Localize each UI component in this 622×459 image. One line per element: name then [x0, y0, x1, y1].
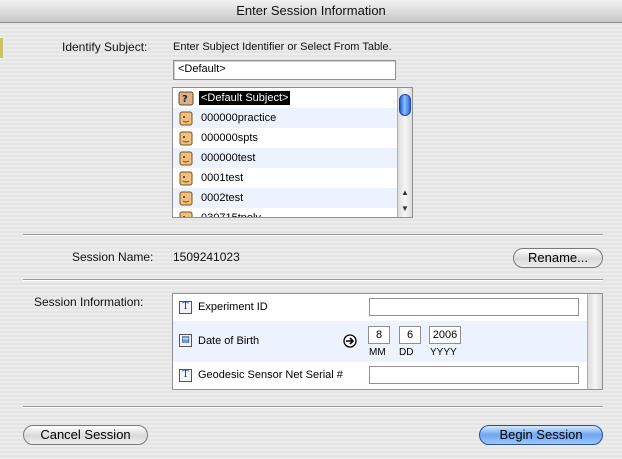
text-field-icon: T	[179, 301, 192, 314]
begin-session-button[interactable]: Begin Session	[479, 425, 603, 445]
month-unit-label: MM	[369, 347, 386, 358]
subject-list-item[interactable]: 000000test	[173, 148, 399, 168]
window-title: Enter Session Information	[236, 3, 386, 18]
identify-subject-label: Identify Subject:	[62, 40, 148, 54]
subject-list-item[interactable]: 030715tpoly	[173, 208, 399, 217]
scrollbar-thumb[interactable]	[399, 94, 411, 116]
subject-list[interactable]: ? <Default Subject> 000000practice 000000sp…	[172, 87, 413, 218]
sensor-net-serial-row: T Geodesic Sensor Net Serial #	[173, 362, 588, 389]
session-name-value: 1509241023	[173, 250, 240, 264]
subject-list-rows: ? <Default Subject> 000000practice 000000sp…	[173, 88, 399, 217]
session-information-label: Session Information:	[34, 295, 144, 309]
year-unit-label: YYYY	[430, 347, 457, 358]
separator	[23, 279, 603, 281]
subject-list-item-label: 0002test	[201, 192, 244, 204]
birth-year-input[interactable]: 2006	[429, 326, 461, 344]
person-icon	[178, 111, 194, 129]
sensor-net-serial-label: Geodesic Sensor Net Serial #	[198, 369, 343, 381]
subject-id-input[interactable]: <Default>	[173, 60, 396, 80]
scroll-down-arrow-icon[interactable]: ▼	[398, 202, 412, 216]
sensor-net-serial-input[interactable]	[369, 366, 579, 384]
subject-list-item-label: 0001test	[201, 172, 244, 184]
experiment-id-input[interactable]	[369, 298, 579, 316]
subject-list-item-label: 000000practice	[201, 112, 277, 124]
person-icon	[178, 171, 194, 189]
date-of-birth-row: ▤ Date of Birth 8 6 2006 MM DD YYYY	[173, 321, 588, 362]
date-picker-arrow-icon[interactable]	[343, 334, 357, 348]
birth-day-input[interactable]: 6	[399, 326, 421, 344]
subject-list-item[interactable]: 0001test	[173, 168, 399, 188]
window-titlebar: Enter Session Information	[0, 0, 622, 23]
date-field-icon: ▤	[179, 334, 192, 347]
experiment-id-label: Experiment ID	[198, 301, 268, 313]
subject-list-item[interactable]: 0002test	[173, 188, 399, 208]
person-icon	[178, 151, 194, 169]
experiment-id-row: T Experiment ID	[173, 294, 588, 321]
rename-button[interactable]: Rename...	[513, 248, 603, 268]
unknown-subject-icon: ?	[178, 91, 194, 109]
text-field-icon: T	[179, 369, 192, 382]
subject-list-item-label: 000000test	[201, 152, 256, 164]
background-window-edge	[0, 38, 3, 58]
person-icon	[178, 211, 194, 217]
person-icon	[178, 191, 194, 209]
scroll-up-arrow-icon[interactable]: ▲	[398, 186, 412, 200]
subject-list-item-label: 030715tpoly	[201, 211, 261, 217]
svg-text:?: ?	[182, 94, 188, 105]
session-information-scrollbar[interactable]	[587, 294, 602, 389]
subject-list-item[interactable]: ? <Default Subject>	[173, 88, 399, 108]
day-unit-label: DD	[399, 347, 414, 358]
subject-list-item[interactable]: 000000practice	[173, 108, 399, 128]
session-name-label: Session Name:	[72, 250, 154, 264]
separator	[23, 234, 603, 236]
separator	[23, 406, 603, 408]
cancel-session-button[interactable]: Cancel Session	[23, 425, 148, 445]
subject-list-scrollbar[interactable]: ▲ ▼	[397, 88, 412, 217]
subject-list-item-label: 000000spts	[201, 132, 258, 144]
session-information-table: T Experiment ID ▤ Date of Birth 8 6 2006…	[172, 293, 603, 390]
subject-list-item[interactable]: 000000spts	[173, 128, 399, 148]
date-of-birth-label: Date of Birth	[198, 335, 260, 347]
identify-subject-hint: Enter Subject Identifier or Select From …	[173, 41, 392, 53]
subject-list-item-label: <Default Subject>	[199, 91, 291, 105]
birth-month-input[interactable]: 8	[368, 326, 390, 344]
person-icon	[178, 131, 194, 149]
